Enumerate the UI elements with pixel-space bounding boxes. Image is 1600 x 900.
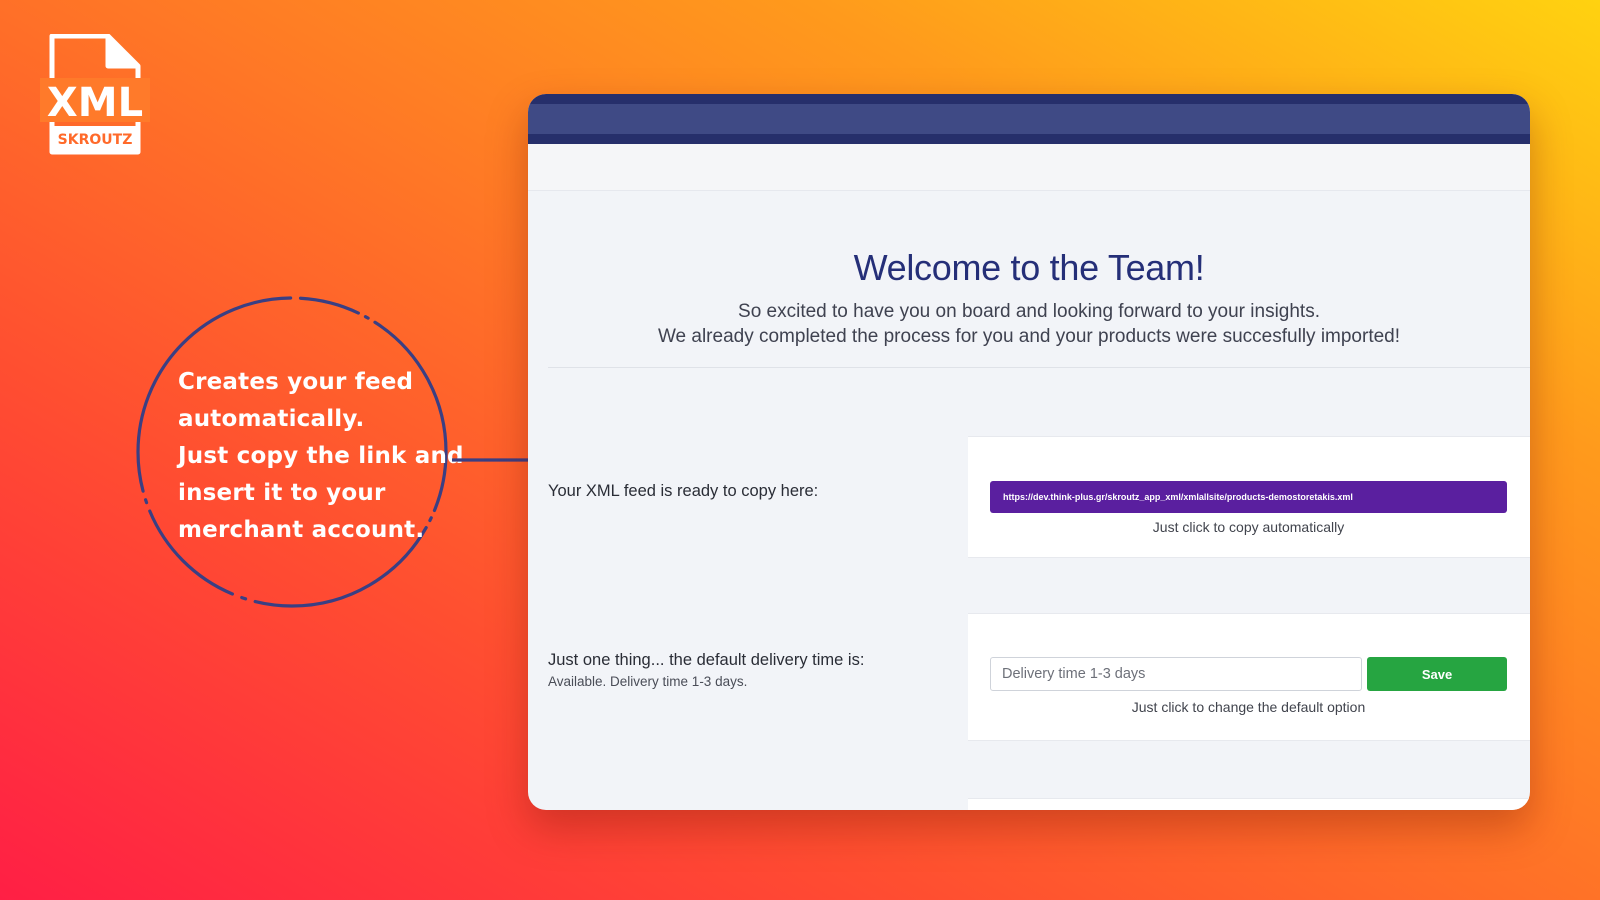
callout-line: automatically. — [178, 406, 365, 432]
app-navbar — [528, 104, 1530, 134]
callout-text: Creates your feed automatically. Just co… — [178, 364, 464, 549]
welcome-section: Welcome to the Team! So excited to have … — [528, 191, 1530, 349]
delivery-sub: Available. Delivery time 1-3 days. — [548, 674, 748, 689]
delivery-time-input[interactable] — [990, 657, 1362, 691]
app-navbar-border — [528, 134, 1530, 144]
callout-line: insert it to your — [178, 480, 386, 506]
feed-url-button[interactable]: https://dev.think-plus.gr/skroutz_app_xm… — [990, 481, 1507, 513]
next-card — [968, 798, 1530, 810]
app-window: Welcome to the Team! So excited to have … — [528, 94, 1530, 810]
xml-file-icon: XML SKROUTZ — [40, 34, 150, 155]
callout-line: Creates your feed — [178, 369, 414, 395]
callout-line: Just copy the link and — [178, 443, 464, 469]
welcome-subtitle: So excited to have you on board and look… — [738, 301, 1320, 322]
delivery-card: Save Just click to change the default op… — [968, 613, 1530, 741]
feed-card: https://dev.think-plus.gr/skroutz_app_xm… — [968, 436, 1530, 558]
app-header-top — [528, 94, 1530, 104]
delivery-hint: Just click to change the default option — [1131, 699, 1366, 715]
section-divider — [548, 367, 1530, 368]
callout-line: merchant account. — [178, 517, 425, 543]
delivery-label: Just one thing... the default delivery t… — [548, 651, 865, 669]
welcome-subtitle-2: We already completed the process for you… — [657, 326, 1401, 347]
feed-label: Your XML feed is ready to copy here: — [548, 482, 819, 500]
app-subheader — [528, 144, 1530, 191]
logo-text: XML — [47, 80, 143, 126]
feed-hint: Just click to copy automatically — [1152, 519, 1345, 535]
logo-brand: SKROUTZ — [58, 132, 133, 148]
welcome-title: Welcome to the Team! — [853, 247, 1205, 288]
save-button[interactable]: Save — [1367, 657, 1507, 691]
